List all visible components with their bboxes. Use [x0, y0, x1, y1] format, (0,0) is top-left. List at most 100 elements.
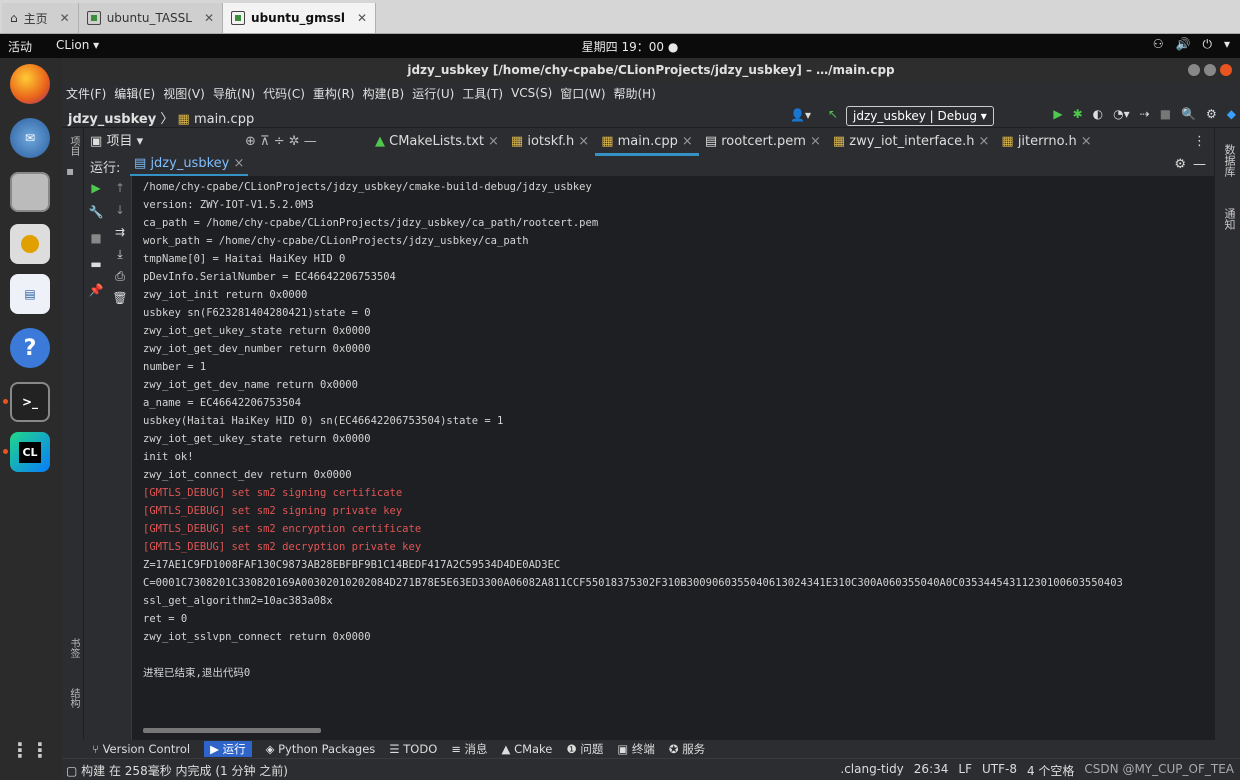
clock[interactable]: 星期四 19：00 ● [560, 38, 700, 55]
bookmarks-tool-button[interactable]: 书签 [66, 638, 81, 658]
tab-rootcert-pem[interactable]: ▤ rootcert.pem × [699, 128, 827, 156]
thunderbird-icon[interactable]: ✉ [10, 118, 50, 158]
tool-terminal[interactable]: ▣ 终端 [617, 741, 655, 757]
hammer-icon[interactable]: ↖ [828, 107, 838, 121]
more-tabs-icon[interactable]: ⋮ [1193, 134, 1206, 149]
stop-icon[interactable]: ■ [1160, 107, 1171, 121]
menu-run[interactable]: 运行(U) [412, 85, 454, 102]
close-icon[interactable]: × [978, 134, 989, 149]
breadcrumb-file[interactable]: main.cpp [194, 112, 254, 127]
close-icon[interactable]: ✕ [204, 11, 214, 25]
tab-iotskf-h[interactable]: ▦ iotskf.h × [505, 128, 595, 156]
tool-services[interactable]: ✪ 服务 [669, 741, 705, 757]
scroll-to-end-icon[interactable]: ⤓ [112, 246, 128, 262]
layout-icon[interactable]: ▬ [88, 256, 104, 272]
tool-cmake[interactable]: ▲ CMake [502, 742, 553, 756]
line-separator[interactable]: LF [958, 762, 972, 779]
menu-tools[interactable]: 工具(T) [462, 85, 503, 102]
rerun-icon[interactable]: ▶ [88, 180, 104, 196]
menu-file[interactable]: 文件(F) [66, 85, 106, 102]
menu-code[interactable]: 代码(C) [263, 85, 305, 102]
activities-button[interactable]: 活动 [8, 38, 32, 55]
notifications-tool-button[interactable]: 通知 [1221, 208, 1237, 230]
close-icon[interactable]: × [1081, 134, 1092, 149]
soft-wrap-icon[interactable]: ⇉ [112, 224, 128, 240]
close-icon[interactable]: × [233, 156, 244, 171]
tool-run[interactable]: ▶ 运行 [204, 741, 252, 757]
minimize-icon[interactable]: — [304, 134, 317, 149]
run-icon[interactable]: ▶ [1053, 107, 1062, 121]
search-icon[interactable]: 🔍 [1181, 107, 1196, 121]
help-icon[interactable]: ? [10, 328, 50, 368]
tab-jiterrno-h[interactable]: ▦ jiterrno.h × [995, 128, 1097, 156]
tab-main-cpp[interactable]: ▦ main.cpp × [595, 128, 699, 156]
folder-icon[interactable]: ▪ [66, 164, 74, 178]
print-icon[interactable]: ⎙ [112, 268, 128, 284]
jetbrains-icon[interactable]: ◆ [1227, 107, 1236, 121]
menu-vcs[interactable]: VCS(S) [511, 86, 552, 100]
run-configuration-select[interactable]: jdzy_usbkey | Debug ▾ [846, 106, 994, 126]
target-icon[interactable]: ⊕ [245, 134, 256, 149]
window-title-bar[interactable]: jdzy_usbkey [/home/chy-cpabe/CLionProjec… [62, 58, 1240, 82]
writer-icon[interactable]: ▤ [10, 274, 50, 314]
tool-python-packages[interactable]: ◈ Python Packages [266, 742, 376, 756]
project-view-select[interactable]: ▣ 项目 ▾ [84, 128, 239, 156]
structure-tool-button[interactable]: 结构 [66, 688, 81, 708]
menu-help[interactable]: 帮助(H) [614, 85, 656, 102]
close-icon[interactable]: ✕ [357, 11, 367, 25]
app-menu[interactable]: CLion ▾ [56, 38, 99, 52]
files-icon[interactable] [10, 172, 50, 212]
run-tab-jdzy-usbkey[interactable]: ▤ jdzy_usbkey × [130, 156, 249, 176]
arrow-down-icon[interactable]: ↓ [112, 202, 128, 218]
clion-icon[interactable]: CL [10, 432, 50, 472]
close-button[interactable] [1220, 64, 1232, 76]
minimize-icon[interactable]: — [1193, 157, 1206, 172]
file-encoding[interactable]: UTF-8 [982, 762, 1017, 779]
collapse-icon[interactable]: ⊼ [260, 134, 270, 149]
terminal-icon[interactable]: >_ [10, 382, 50, 422]
app-grid-icon[interactable]: ⋮⋮ [10, 730, 50, 770]
tool-version-control[interactable]: ⑂ Version Control [92, 742, 190, 756]
close-icon[interactable]: × [682, 134, 693, 149]
rhythmbox-icon[interactable] [10, 224, 50, 264]
breadcrumb-project[interactable]: jdzy_usbkey [68, 112, 156, 127]
gear-icon[interactable]: ✲ [289, 134, 300, 149]
gear-icon[interactable]: ⚙ [1174, 157, 1186, 172]
menu-build[interactable]: 构建(B) [363, 85, 405, 102]
clang-tidy-status[interactable]: .clang-tidy [840, 762, 903, 779]
menu-refactor[interactable]: 重构(R) [313, 85, 355, 102]
tool-messages[interactable]: ≡ 消息 [451, 741, 487, 757]
stop-icon[interactable]: ■ [88, 230, 104, 246]
vm-tab-home[interactable]: ⌂ 主页 ✕ [2, 3, 79, 33]
menu-window[interactable]: 窗口(W) [560, 85, 605, 102]
wrench-icon[interactable]: 🔧 [88, 204, 104, 220]
vm-tab-ubuntu-gmssl[interactable]: ubuntu_gmssl ✕ [223, 3, 377, 33]
menu-edit[interactable]: 编辑(E) [114, 85, 155, 102]
close-icon[interactable]: ✕ [60, 11, 70, 25]
pin-icon[interactable]: 📌 [88, 282, 104, 298]
trash-icon[interactable]: 🗑 [112, 290, 128, 306]
database-tool-button[interactable]: 数据库 [1221, 144, 1237, 177]
coverage-icon[interactable]: ◐ [1093, 107, 1103, 121]
close-icon[interactable]: × [488, 134, 499, 149]
horizontal-scrollbar[interactable] [143, 728, 321, 733]
firefox-icon[interactable] [10, 64, 50, 104]
profile-icon[interactable]: ◔▾ [1113, 107, 1130, 121]
caret-position[interactable]: 26:34 [914, 762, 949, 779]
tab-cmakelists[interactable]: ▲ CMakeLists.txt × [369, 128, 505, 156]
maximize-button[interactable] [1204, 64, 1216, 76]
arrow-up-icon[interactable]: ↑ [112, 180, 128, 196]
status-message[interactable]: ▢ 构建 在 258毫秒 内完成 (1 分钟 之前) [66, 762, 288, 779]
minimize-button[interactable] [1188, 64, 1200, 76]
menu-view[interactable]: 视图(V) [163, 85, 205, 102]
attach-icon[interactable]: ⇢ [1140, 107, 1150, 121]
debug-icon[interactable]: ✱ [1073, 107, 1083, 121]
tool-todo[interactable]: ☰ TODO [389, 742, 437, 756]
console-output[interactable]: /home/chy-cpabe/CLionProjects/jdzy_usbke… [133, 176, 1214, 740]
system-tray[interactable]: ⚇ 🔊 ⏻ ▾ [1153, 37, 1230, 52]
project-tool-button[interactable]: 项目 [66, 136, 81, 156]
indent-setting[interactable]: 4 个空格 [1027, 762, 1074, 779]
tool-problems[interactable]: ❶ 问题 [566, 741, 603, 757]
gear-icon[interactable]: ⚙ [1206, 107, 1217, 121]
vm-tab-ubuntu-tassl[interactable]: ubuntu_TASSL ✕ [78, 3, 224, 33]
